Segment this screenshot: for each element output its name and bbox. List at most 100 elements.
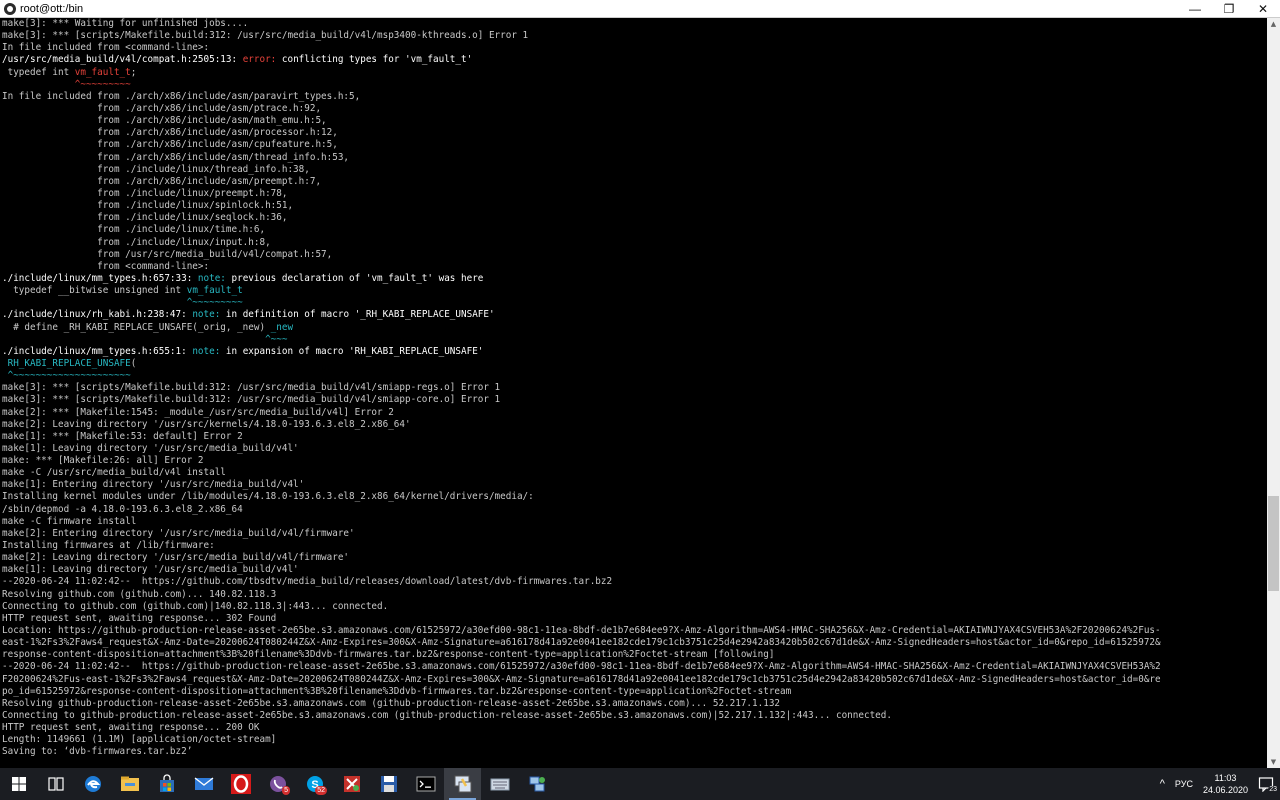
terminal-line: make[2]: Leaving directory '/usr/src/med…: [2, 552, 1269, 564]
terminal-text-segment: HTTP request sent, awaiting response... …: [2, 722, 260, 734]
terminal-line: from ./arch/x86/include/asm/processor.h:…: [2, 127, 1269, 139]
terminal-line: HTTP request sent, awaiting response... …: [2, 722, 1269, 734]
windows-start-icon: [11, 776, 27, 792]
taskbar-network-tool-button[interactable]: [333, 768, 370, 800]
taskbar-edge-browser-button[interactable]: [74, 768, 111, 800]
taskbar-keyboard-button[interactable]: [481, 768, 518, 800]
window-titlebar[interactable]: root@ott:/bin — ❐ ✕: [0, 0, 1280, 18]
keyboard-icon: [490, 776, 510, 792]
notification-count: 23: [1268, 786, 1278, 793]
terminal-text-segment: error:: [242, 54, 277, 66]
clock[interactable]: 11:03 24.06.2020: [1203, 772, 1248, 796]
terminal-text-segment: make[1]: Entering directory '/usr/src/me…: [2, 479, 305, 491]
terminal-scrollbar[interactable]: ▲ ▼: [1267, 18, 1280, 768]
terminal-text-segment: In file included from <command-line>:: [2, 42, 210, 54]
taskbar-save-disk-button[interactable]: [370, 768, 407, 800]
putty-app-icon[interactable]: [4, 2, 16, 15]
terminal-text-segment: --2020-06-24 11:02:42-- https://github.c…: [2, 576, 613, 588]
terminal-text-segment: make: *** [Makefile:26: all] Error 2: [2, 455, 204, 467]
terminal-line: from ./arch/x86/include/asm/ptrace.h:92,: [2, 103, 1269, 115]
terminal-line: response-content-disposition=attachment%…: [2, 649, 1269, 661]
terminal-line: --2020-06-24 11:02:42-- https://github.c…: [2, 576, 1269, 588]
terminal-line: typedef __bitwise unsigned int vm_fault_…: [2, 285, 1269, 297]
terminal-line: F20200624%2Fus-east-1%2Fs3%2Faws4_reques…: [2, 674, 1269, 686]
terminal-output[interactable]: make[3]: *** Waiting for unfinished jobs…: [0, 18, 1269, 768]
terminal-line: from ./include/linux/thread_info.h:38,: [2, 164, 1269, 176]
terminal-icon: [416, 776, 436, 792]
mail-icon: [194, 776, 214, 792]
terminal-text-segment: typedef __bitwise unsigned int: [2, 285, 187, 297]
terminal-text-segment: /sbin/depmod -a 4.18.0-193.6.3.el8_2.x86…: [2, 503, 243, 515]
terminal-line: po_id=61525972&response-content-disposit…: [2, 686, 1269, 698]
terminal-text-segment: make[1]: *** [Makefile:53: default] Erro…: [2, 430, 243, 442]
terminal-text-segment: from ./arch/x86/include/asm/processor.h:…: [2, 127, 338, 139]
terminal-text-segment: ^~~~~~~~~~: [2, 297, 243, 309]
terminal-text-segment: Saving to: ‘dvb-firmwares.tar.bz2’: [2, 746, 193, 758]
terminal-text-segment: ./include/linux/mm_types.h:655:1:: [2, 345, 193, 357]
taskbar-network-connections-button[interactable]: [518, 768, 555, 800]
taskbar-viber-button[interactable]: 5: [259, 768, 296, 800]
taskbar-putty-button[interactable]: [444, 768, 481, 800]
terminal-text-segment: Installing kernel modules under /lib/mod…: [2, 491, 534, 503]
restore-button[interactable]: ❐: [1212, 0, 1246, 17]
terminal-text-segment: from <command-line>:: [2, 260, 210, 272]
taskbar-windows-start-button[interactable]: [0, 768, 37, 800]
terminal-text-segment: previous declaration of ': [225, 272, 372, 284]
system-tray: ^ РУС 11:03 24.06.2020 23: [1160, 768, 1280, 800]
taskbar-terminal-button[interactable]: [407, 768, 444, 800]
show-hidden-icons-chevron[interactable]: ^: [1160, 778, 1165, 790]
store-icon: [157, 774, 177, 794]
terminal-line: from ./include/linux/input.h:8,: [2, 237, 1269, 249]
terminal-line: make -C /usr/src/media_build/v4l install: [2, 467, 1269, 479]
windows-taskbar: 5 S 52 ^ РУС 11:03 24.06.2020 23: [0, 768, 1280, 800]
taskbar-task-view-button[interactable]: [37, 768, 74, 800]
terminal-text-segment: from ./include/linux/preempt.h:78,: [2, 187, 288, 199]
terminal-text-segment: ': [477, 345, 484, 357]
scrollbar-thumb[interactable]: [1268, 496, 1279, 591]
taskbar-store-button[interactable]: [148, 768, 185, 800]
scroll-down-arrow-icon[interactable]: ▼: [1267, 756, 1280, 768]
terminal-text-segment: in expansion of macro ': [220, 345, 355, 357]
terminal-line: Installing firmwares at /lib/firmware:: [2, 540, 1269, 552]
terminal-text-segment: from ./arch/x86/include/asm/cpufeature.h…: [2, 139, 338, 151]
taskbar-skype-button[interactable]: S 52: [296, 768, 333, 800]
terminal-text-segment: F20200624%2Fus-east-1%2Fs3%2Faws4_reques…: [2, 673, 1161, 685]
terminal-line: from ./include/linux/preempt.h:78,: [2, 188, 1269, 200]
terminal-text-segment: po_id=61525972&response-content-disposit…: [2, 685, 792, 697]
close-button[interactable]: ✕: [1246, 0, 1280, 17]
terminal-line: make[3]: *** [scripts/Makefile.build:312…: [2, 382, 1269, 394]
language-indicator[interactable]: РУС: [1175, 779, 1193, 789]
terminal-line: RH_KABI_REPLACE_UNSAFE(: [2, 358, 1269, 370]
terminal-text-segment: make[2]: Leaving directory '/usr/src/med…: [2, 552, 350, 564]
terminal-line: east-1%2Fs3%2Faws4_request&X-Amz-Date=20…: [2, 637, 1269, 649]
terminal-line: from ./include/linux/time.h:6,: [2, 224, 1269, 236]
terminal-text-segment: from ./include/linux/thread_info.h:38,: [2, 163, 310, 175]
terminal-line: from ./include/linux/spinlock.h:51,: [2, 200, 1269, 212]
terminal-text-segment: --2020-06-24 11:02:42-- https://github-p…: [2, 661, 1161, 673]
terminal-line: from <command-line>:: [2, 261, 1269, 273]
terminal-line: Connecting to github-production-release-…: [2, 710, 1269, 722]
terminal-line: In file included from ./arch/x86/include…: [2, 91, 1269, 103]
action-center-icon[interactable]: 23: [1256, 774, 1278, 794]
minimize-button[interactable]: —: [1178, 0, 1212, 17]
notification-badge: 52: [315, 786, 327, 795]
terminal-line: --2020-06-24 11:02:42-- https://github-p…: [2, 661, 1269, 673]
scroll-up-arrow-icon[interactable]: ▲: [1267, 18, 1280, 30]
terminal-text-segment: make -C firmware install: [2, 515, 137, 527]
terminal-text-segment: from ./include/linux/time.h:6,: [2, 224, 266, 236]
taskbar-file-explorer-button[interactable]: [111, 768, 148, 800]
save-disk-icon: [380, 775, 398, 793]
terminal-line: make[2]: *** [Makefile:1545: _module_/us…: [2, 407, 1269, 419]
terminal-line: /usr/src/media_build/v4l/compat.h:2505:1…: [2, 54, 1269, 66]
terminal-text-segment: make[3]: *** [scripts/Makefile.build:312…: [2, 382, 501, 394]
terminal-line: /sbin/depmod -a 4.18.0-193.6.3.el8_2.x86…: [2, 504, 1269, 516]
taskbar-mail-button[interactable]: [185, 768, 222, 800]
opera-icon: [230, 774, 251, 794]
terminal-line: Location: https://github-production-rele…: [2, 625, 1269, 637]
terminal-text-segment: note:: [192, 309, 221, 321]
terminal-text-segment: (: [130, 357, 137, 369]
taskbar-opera-button[interactable]: [222, 768, 259, 800]
putty-icon: [453, 774, 473, 794]
terminal-text-segment: from ./arch/x86/include/asm/math_emu.h:5…: [2, 115, 327, 127]
terminal-line: from /usr/src/media_build/v4l/compat.h:5…: [2, 249, 1269, 261]
